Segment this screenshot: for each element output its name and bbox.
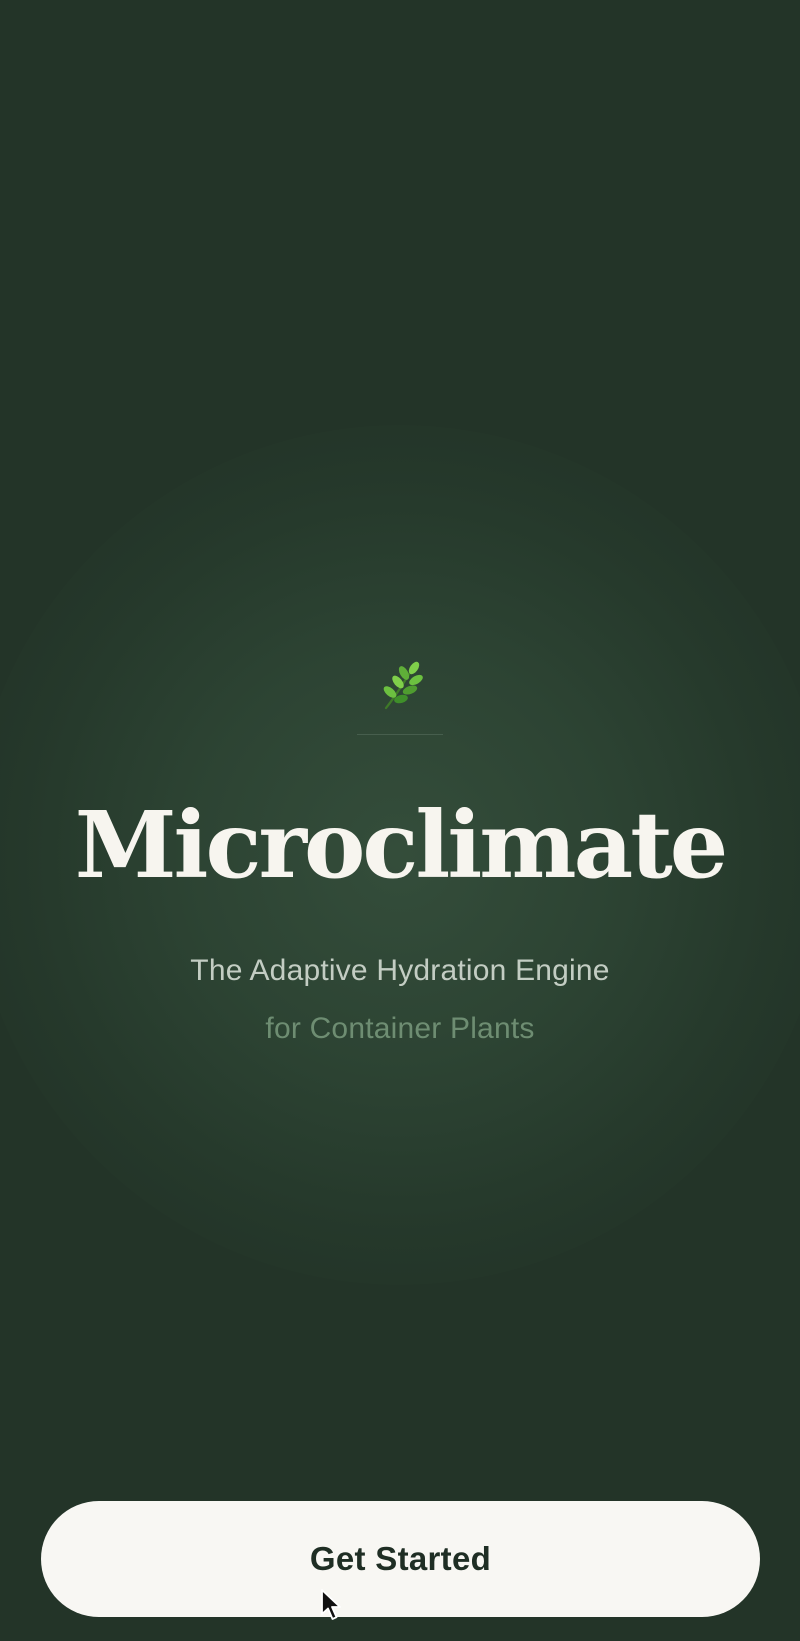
get-started-button[interactable]: Get Started — [41, 1501, 760, 1617]
tagline-primary: The Adaptive Hydration Engine — [190, 954, 610, 988]
logo-divider — [357, 734, 443, 735]
hero-section: Microclimate The Adaptive Hydration Engi… — [0, 660, 800, 1046]
mouse-cursor-icon — [321, 1589, 341, 1620]
sprig-icon — [383, 661, 423, 710]
onboarding-screen: Microclimate The Adaptive Hydration Engi… — [0, 0, 800, 1641]
app-title: Microclimate — [74, 791, 729, 899]
get-started-label: Get Started — [309, 1540, 492, 1577]
tagline-secondary: for Container Plants — [265, 1012, 535, 1046]
